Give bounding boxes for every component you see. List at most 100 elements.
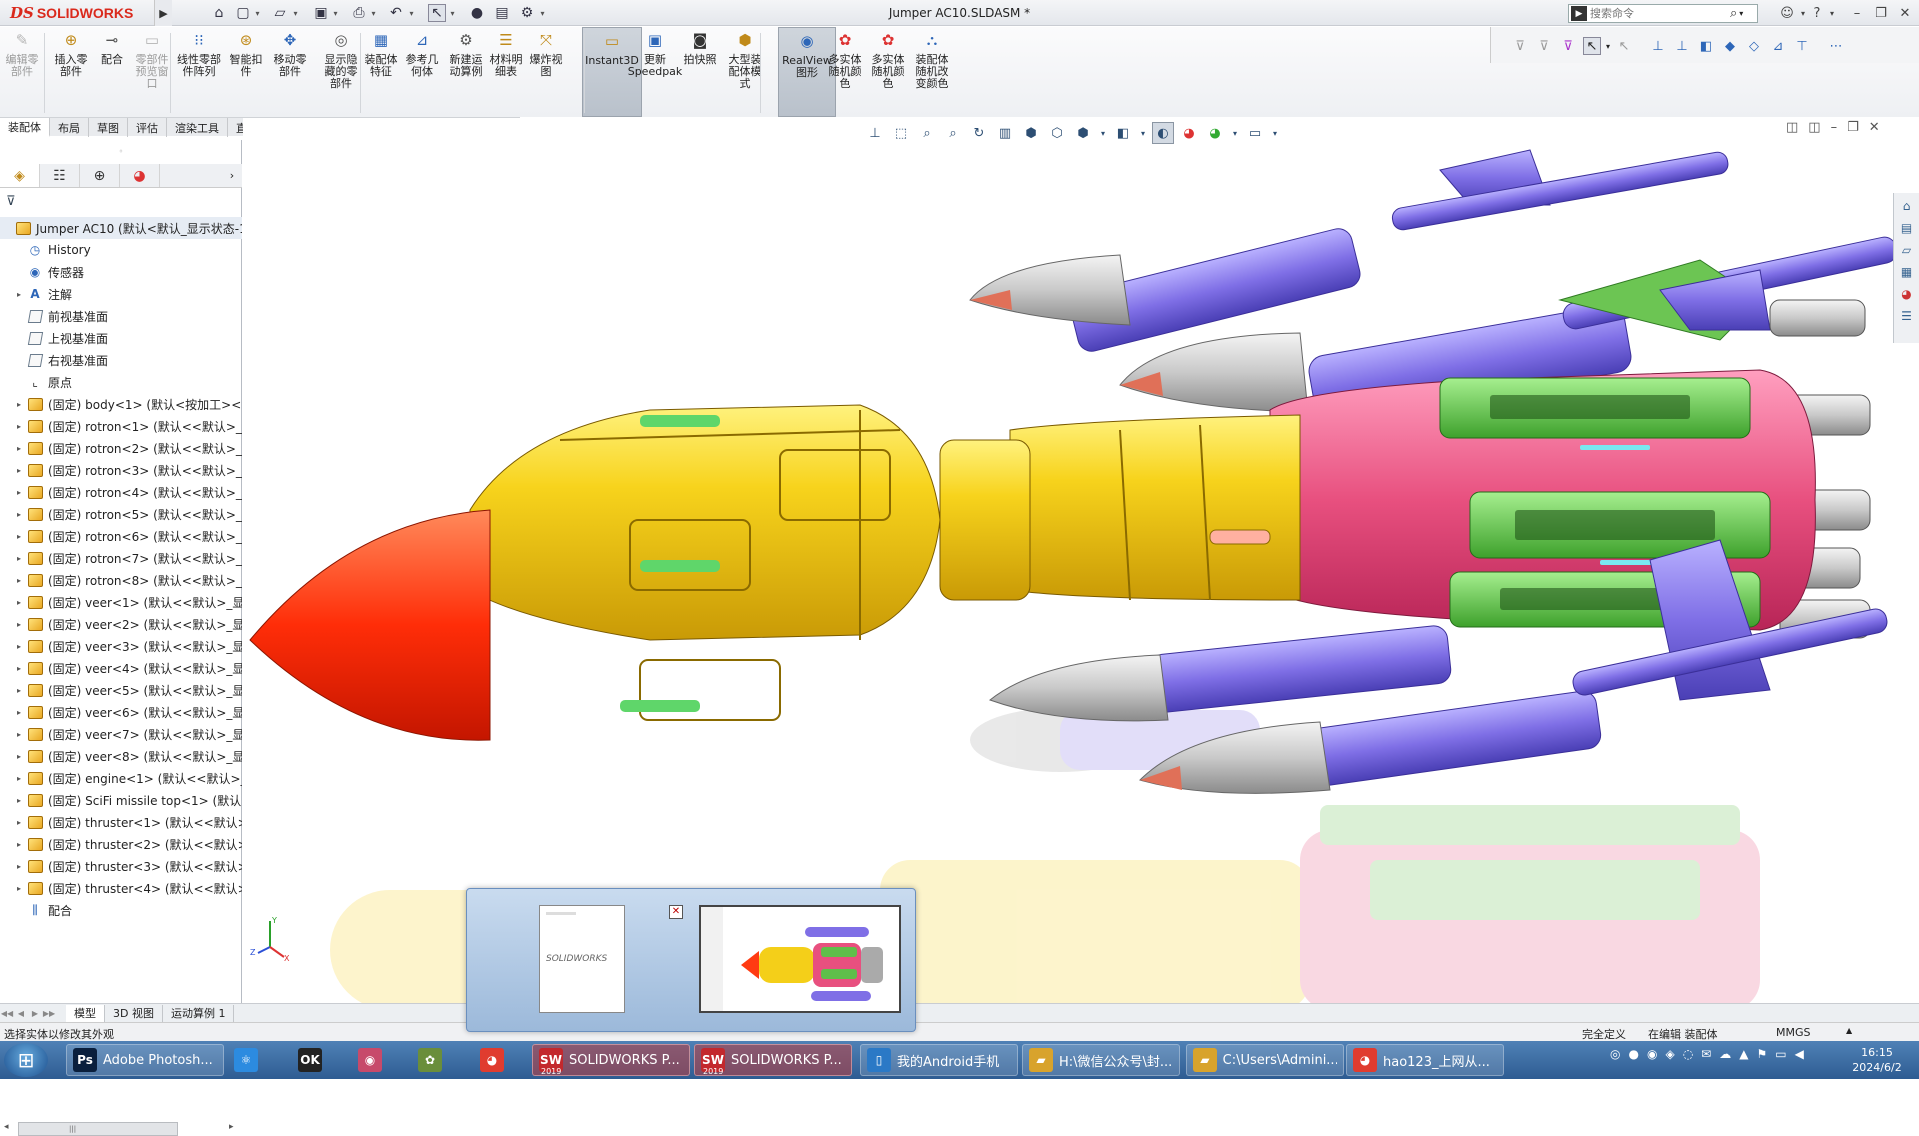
tree-item[interactable]: ▸ (固定) veer<1> (默认<<默认>_显示 [0, 591, 242, 613]
display-monitor-icon[interactable]: ▭ [1244, 122, 1266, 144]
command-search[interactable]: ▶ ⌕ ▾ [1568, 4, 1758, 23]
ribbon-button-7[interactable]: ◎ 显示隐 藏的零 部件 [318, 27, 364, 117]
dropdown-icon[interactable]: ▾ [1098, 122, 1108, 144]
apply-scene-icon[interactable]: ◕ [1178, 122, 1200, 144]
tab-last-icon[interactable]: ▶▶ [42, 1006, 56, 1021]
tree-item[interactable]: 前视基准面 [0, 305, 242, 327]
tab-next-icon[interactable]: ▶ [28, 1006, 42, 1021]
viewport-restore-icon[interactable]: ❐ [1847, 120, 1859, 135]
filter-axis-icon[interactable]: ⊤ [1793, 37, 1811, 55]
view-orientation-icon[interactable]: ⬢ [1020, 122, 1042, 144]
tab-prev-icon[interactable]: ◀ [14, 1006, 28, 1021]
open-icon[interactable]: ▱ [271, 4, 289, 22]
taskbar-item[interactable]: ▰ H:\微信公众号\封... [1022, 1044, 1180, 1076]
tree-item[interactable]: 右视基准面 [0, 349, 242, 371]
tree-item[interactable]: ▸ (固定) rotron<3> (默认<<默认>_显 [0, 459, 242, 481]
expand-arrow-icon[interactable]: ▸ [12, 686, 26, 695]
tree-item[interactable]: ▸ (固定) rotron<8> (默认<<默认>_显 [0, 569, 242, 591]
new-document-icon[interactable]: ▢ [234, 4, 252, 22]
ribbon-button-1[interactable]: ⊕ 插入零 部件 [49, 27, 93, 117]
taskbar-item[interactable]: OK [292, 1044, 348, 1076]
clock[interactable]: 16:15 2024/6/2 [1840, 1045, 1914, 1075]
edit-appearance-icon[interactable]: ◧ [1112, 122, 1134, 144]
tree-item[interactable]: ▸ (固定) rotron<1> (默认<<默认>_显 [0, 415, 242, 437]
rebuild-icon[interactable]: ● [468, 4, 486, 22]
preview-close-icon[interactable]: ✕ [669, 905, 683, 919]
filter-faces-icon[interactable]: ⊽ [1559, 37, 1577, 55]
expand-arrow-icon[interactable]: ▸ [12, 862, 26, 871]
minimize-window-icon[interactable]: – [1848, 4, 1866, 22]
rocket-model[interactable] [243, 118, 1919, 1012]
ribbon-button-5[interactable]: ⊛ 智能扣 件 [226, 27, 266, 117]
taskbar-item[interactable]: ◉ [352, 1044, 408, 1076]
ribbon-button-0[interactable]: ✎ 编辑零 部件 [2, 27, 42, 117]
restore-window-icon[interactable]: ❐ [1872, 4, 1890, 22]
expand-arrow-icon[interactable]: ▸ [12, 576, 26, 585]
units-selector[interactable]: MMGS [1776, 1026, 1811, 1039]
print-icon[interactable]: ⎙ [350, 4, 368, 22]
ribbon-button-10[interactable]: ⚙ 新建运 动算例 [444, 27, 488, 117]
tree-item[interactable]: ⌞ 原点 [0, 371, 242, 393]
scroll-right-icon[interactable]: ▸ [229, 1122, 234, 1132]
expand-arrow-icon[interactable]: ▸ [12, 422, 26, 431]
tree-item[interactable]: ◉ 传感器 [0, 261, 242, 283]
select-dropdown-icon[interactable]: ▾ [448, 4, 457, 22]
expand-arrow-icon[interactable]: ▸ [12, 554, 26, 563]
filter-edge-icon[interactable]: ⊥ [1673, 37, 1691, 55]
custom-properties-icon[interactable]: ☰ [1898, 307, 1916, 325]
tree-item[interactable]: ▸ (固定) veer<8> (默认<<默认>_显示 [0, 745, 242, 767]
tray-app-icon[interactable]: ◉ [1647, 1047, 1657, 1061]
tab-1[interactable]: 布局 [50, 118, 89, 137]
taskbar-item[interactable]: Ps Adobe Photosh... [66, 1044, 224, 1076]
expand-arrow-icon[interactable]: ▸ [12, 400, 26, 409]
viewport-prev-icon[interactable]: ◫ [1786, 120, 1798, 135]
new-dropdown-icon[interactable]: ▾ [253, 4, 262, 22]
expand-arrow-icon[interactable]: ▸ [12, 818, 26, 827]
expand-arrow-icon[interactable]: ▸ [12, 510, 26, 519]
tray-status-icon[interactable]: ● [1628, 1047, 1638, 1061]
tree-item[interactable]: ▸ (固定) rotron<7> (默认<<默认>_显 [0, 547, 242, 569]
design-library-icon[interactable]: ▤ [1898, 219, 1916, 237]
ribbon-button-12[interactable]: ⤧ 爆炸视 图 [524, 27, 568, 117]
tray-volume-icon[interactable]: ◀ [1795, 1047, 1804, 1061]
search-dropdown-icon[interactable]: ▾ [1739, 9, 1743, 18]
expand-arrow-icon[interactable]: ▸ [12, 290, 26, 299]
file-properties-icon[interactable]: ▤ [493, 4, 511, 22]
tree-item[interactable]: ▸ (固定) thruster<1> (默认<<默认>_显 [0, 811, 242, 833]
expand-arrow-icon[interactable]: ▸ [12, 620, 26, 629]
ribbon-button-4[interactable]: ⁝⁝ 线性零部 件阵列 [172, 27, 226, 117]
select-disabled-icon[interactable]: ↖ [1615, 37, 1633, 55]
filter-more-icon[interactable]: ⋯ [1827, 37, 1845, 55]
options-dropdown-icon[interactable]: ▾ [538, 4, 547, 22]
graphics-viewport[interactable] [243, 118, 1919, 1012]
ribbon-button-6[interactable]: ✥ 移动零 部件 [266, 27, 314, 117]
expand-arrow-icon[interactable]: ▸ [12, 598, 26, 607]
tree-item[interactable]: ▸ (固定) veer<4> (默认<<默认>_显示 [0, 657, 242, 679]
filter-component-icon[interactable]: ◇ [1745, 37, 1763, 55]
tray-app-icon[interactable]: ☁ [1719, 1047, 1731, 1061]
tree-item[interactable]: ▸ (固定) thruster<2> (默认<<默认>_显 [0, 833, 242, 855]
tree-item[interactable]: ▸ (固定) engine<1> (默认<<默认>_显 [0, 767, 242, 789]
tree-item[interactable]: ◷ History [0, 239, 242, 261]
expand-arrow-icon[interactable]: ▸ [12, 708, 26, 717]
appearances-icon[interactable]: ◕ [1898, 285, 1916, 303]
dropdown-icon[interactable]: ▾ [1230, 122, 1240, 144]
expand-arrow-icon[interactable]: ▸ [12, 752, 26, 761]
tree-item[interactable]: ▸ A 注解 [0, 283, 242, 305]
tab-first-icon[interactable]: ◀◀ [0, 1006, 14, 1021]
filter-toggle-icon[interactable]: ⊽ [1535, 37, 1553, 55]
expand-arrow-icon[interactable]: ▸ [12, 532, 26, 541]
tray-network-icon[interactable]: ◈ [1665, 1047, 1674, 1061]
taskbar-item[interactable]: ⚛ [228, 1044, 286, 1076]
expand-arrow-icon[interactable]: ▸ [12, 884, 26, 893]
search-icon[interactable]: ⌕ [1730, 6, 1737, 21]
viewport-minimize-icon[interactable]: – [1831, 120, 1838, 135]
units-arrow-icon[interactable]: ▲ [1846, 1026, 1852, 1035]
expand-arrow-icon[interactable]: ▸ [12, 466, 26, 475]
hide-show-items-icon[interactable]: ⬢ [1072, 122, 1094, 144]
feature-tree-tab-icon[interactable]: ◈ [0, 164, 40, 187]
filter-body-icon[interactable]: ◆ [1721, 37, 1739, 55]
tree-item[interactable]: ▸ (固定) rotron<5> (默认<<默认>_显 [0, 503, 242, 525]
tree-item[interactable]: ▸ (固定) rotron<4> (默认<<默认>_显 [0, 481, 242, 503]
taskbar-item[interactable]: ◕ [474, 1044, 526, 1076]
